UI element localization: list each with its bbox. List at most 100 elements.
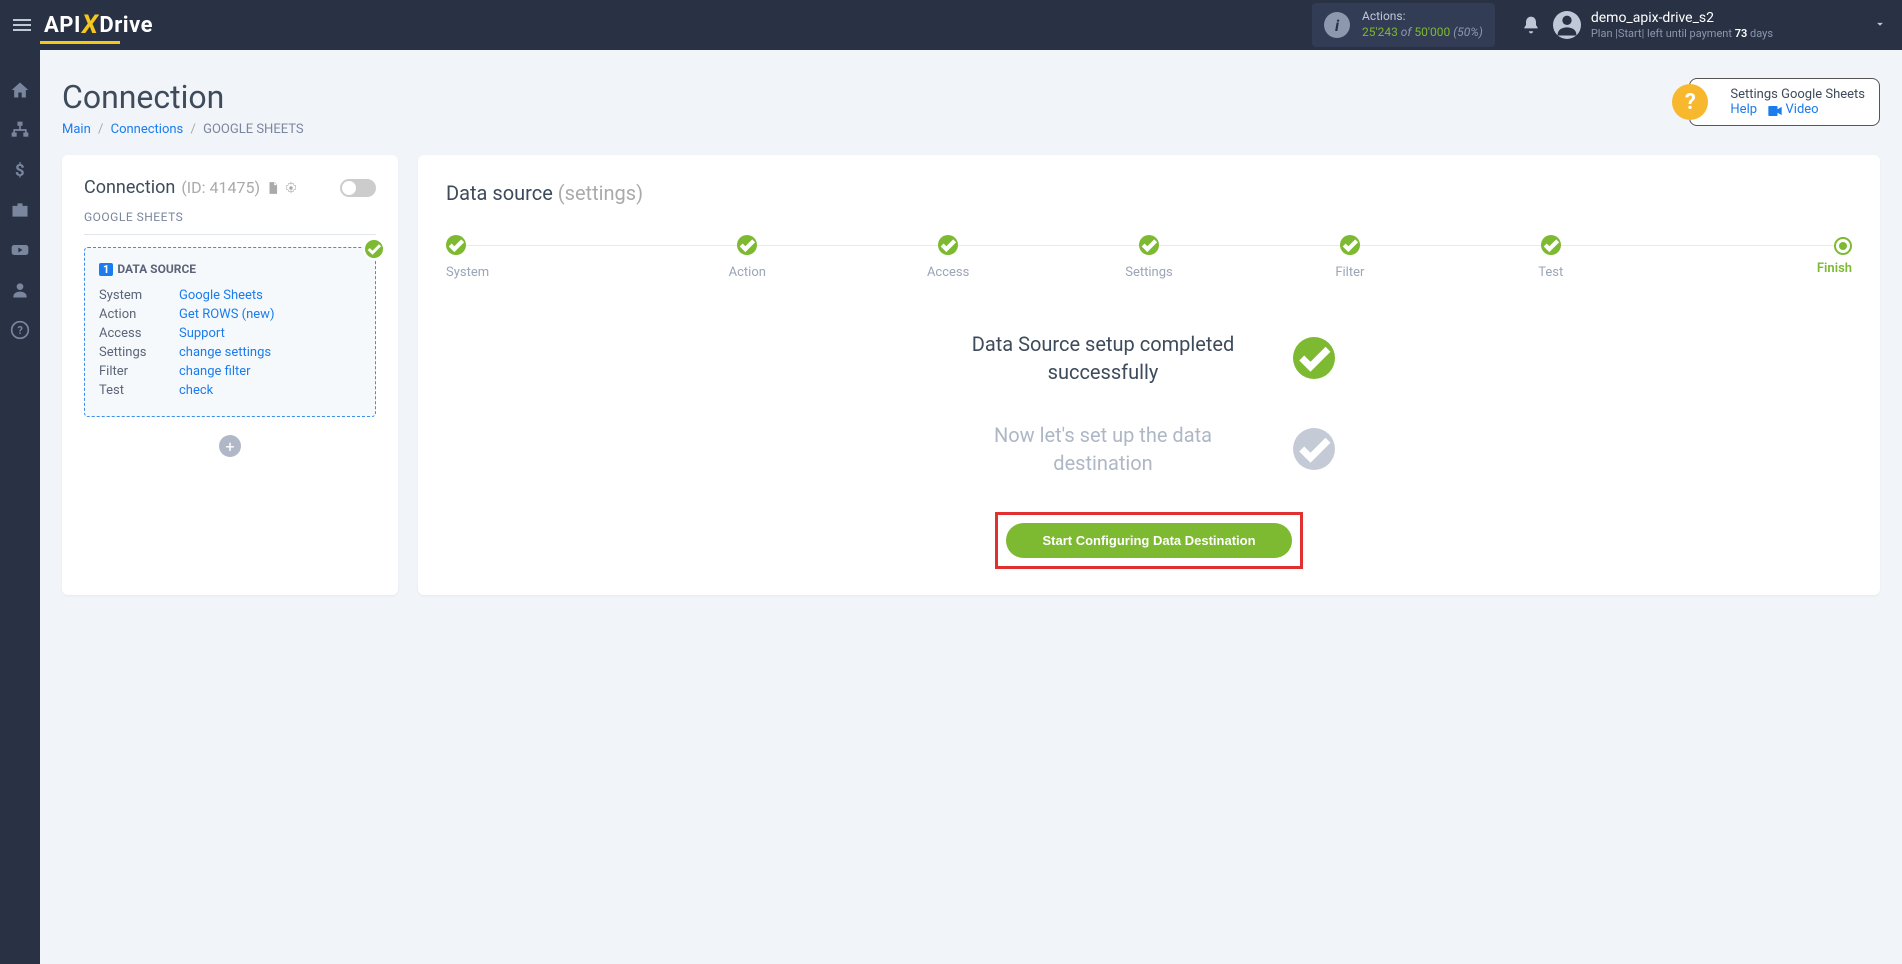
step-label: Filter: [1249, 265, 1450, 280]
ds-row: SystemGoogle Sheets: [99, 288, 361, 303]
step-filter[interactable]: Filter: [1249, 235, 1450, 280]
start-configuring-button[interactable]: Start Configuring Data Destination: [1006, 523, 1291, 558]
breadcrumb-connections[interactable]: Connections: [111, 122, 184, 137]
ds-row-value[interactable]: Get ROWS (new): [179, 307, 274, 322]
briefcase-icon[interactable]: [10, 200, 30, 220]
logo-drive: Drive: [99, 13, 153, 38]
help-circle-icon[interactable]: ?: [1672, 84, 1708, 120]
actions-box[interactable]: i Actions: 25'243 of 50'000 (50%): [1312, 3, 1495, 46]
bell-icon[interactable]: [1521, 15, 1541, 35]
step-circle-icon: [737, 235, 757, 255]
ds-title: DATA SOURCE: [117, 262, 196, 276]
menu-toggle-icon[interactable]: [10, 13, 34, 37]
page-title: Connection: [62, 78, 1689, 116]
chevron-down-icon[interactable]: [1773, 16, 1887, 35]
question-icon[interactable]: ?: [10, 320, 30, 340]
help-box-title: Settings Google Sheets: [1730, 87, 1865, 102]
left-sidebar: $ ?: [0, 50, 40, 964]
actions-label: Actions:: [1362, 9, 1483, 25]
step-label: Test: [1450, 265, 1651, 280]
ds-row-value[interactable]: check: [179, 383, 213, 398]
ds-rows: SystemGoogle SheetsActionGet ROWS (new)A…: [99, 288, 361, 398]
step-finish[interactable]: Finish: [1651, 235, 1852, 280]
ds-row-label: Action: [99, 307, 179, 322]
logo-x-icon: X: [82, 10, 99, 40]
ds-number-badge: 1: [99, 263, 113, 276]
step-circle-icon: [1834, 237, 1852, 255]
status-row-next: Now let's set up the data destination: [446, 421, 1852, 477]
dollar-icon[interactable]: $: [10, 160, 30, 180]
logo-api: API: [44, 13, 81, 38]
step-settings[interactable]: Settings: [1049, 235, 1250, 280]
step-circle-icon: [938, 235, 958, 255]
ds-row: ActionGet ROWS (new): [99, 307, 361, 322]
actions-total: 50'000: [1414, 25, 1450, 39]
status-done-text: Data Source setup completed successfully: [963, 330, 1243, 386]
ds-row-label: System: [99, 288, 179, 303]
actions-pct: (50%): [1450, 25, 1483, 39]
step-access[interactable]: Access: [848, 235, 1049, 280]
user-avatar-icon[interactable]: [1553, 11, 1581, 39]
connection-title: Connection: [84, 177, 175, 198]
step-system[interactable]: System: [446, 235, 647, 280]
connection-subtitle: GOOGLE SHEETS: [84, 210, 376, 235]
actions-count: 25'243: [1362, 25, 1398, 39]
data-source-box[interactable]: 1 DATA SOURCE SystemGoogle SheetsActionG…: [84, 247, 376, 417]
step-label: Access: [848, 265, 1049, 280]
logo[interactable]: API X Drive: [44, 10, 153, 40]
info-icon: i: [1324, 12, 1350, 38]
ds-row-value[interactable]: change filter: [179, 364, 251, 379]
breadcrumb-main[interactable]: Main: [62, 122, 91, 137]
step-circle-icon: [1139, 235, 1159, 255]
user-info[interactable]: demo_apix-drive_s2 Plan |Start| left unt…: [1591, 9, 1773, 41]
home-icon[interactable]: [10, 80, 30, 100]
cta-highlight: Start Configuring Data Destination: [995, 512, 1302, 569]
ds-row-value[interactable]: Support: [179, 326, 225, 341]
step-label: Finish: [1651, 261, 1852, 276]
top-header: API X Drive i Actions: 25'243 of 50'000 …: [0, 0, 1902, 50]
stepper: SystemActionAccessSettingsFilterTestFini…: [446, 235, 1852, 280]
ds-row: Filterchange filter: [99, 364, 361, 379]
ds-row: AccessSupport: [99, 326, 361, 341]
actions-of: of: [1398, 25, 1415, 39]
step-action[interactable]: Action: [647, 235, 848, 280]
status-row-done: Data Source setup completed successfully: [446, 330, 1852, 386]
step-label: Action: [647, 265, 848, 280]
help-box: ? Settings Google Sheets Help Video: [1689, 78, 1880, 126]
user-name: demo_apix-drive_s2: [1591, 9, 1773, 27]
step-test[interactable]: Test: [1450, 235, 1651, 280]
ds-row-value[interactable]: change settings: [179, 345, 271, 360]
step-circle-icon: [446, 235, 466, 255]
ds-row-value[interactable]: Google Sheets: [179, 288, 263, 303]
connection-id: (ID: 41475): [181, 178, 260, 197]
youtube-icon[interactable]: [10, 240, 30, 260]
gear-icon[interactable]: [284, 181, 298, 195]
main-card: Data source (settings) SystemActionAcces…: [418, 155, 1880, 595]
svg-text:$: $: [15, 162, 25, 180]
video-icon: [1768, 105, 1782, 115]
video-link[interactable]: Video: [1768, 102, 1818, 117]
connection-toggle[interactable]: [340, 179, 376, 197]
main-content: Connection Main / Connections / GOOGLE S…: [40, 50, 1902, 623]
ds-row: Testcheck: [99, 383, 361, 398]
ds-row-label: Filter: [99, 364, 179, 379]
svg-text:?: ?: [18, 324, 23, 337]
user-icon[interactable]: [10, 280, 30, 300]
check-pending-icon: [1293, 428, 1335, 470]
document-icon[interactable]: [266, 181, 280, 195]
ds-row: Settingschange settings: [99, 345, 361, 360]
step-circle-icon: [1541, 235, 1561, 255]
help-link[interactable]: Help: [1730, 102, 1757, 117]
ds-row-label: Access: [99, 326, 179, 341]
check-icon: [363, 238, 385, 260]
check-done-icon: [1293, 337, 1335, 379]
status-next-text: Now let's set up the data destination: [963, 421, 1243, 477]
ds-row-label: Settings: [99, 345, 179, 360]
user-plan: Plan |Start| left until payment 73 days: [1591, 27, 1773, 41]
add-button[interactable]: +: [219, 435, 241, 457]
step-label: System: [446, 265, 647, 280]
card-title: Data source (settings): [446, 181, 1852, 205]
sitemap-icon[interactable]: [10, 120, 30, 140]
breadcrumb: Main / Connections / GOOGLE SHEETS: [62, 122, 1689, 137]
step-circle-icon: [1340, 235, 1360, 255]
